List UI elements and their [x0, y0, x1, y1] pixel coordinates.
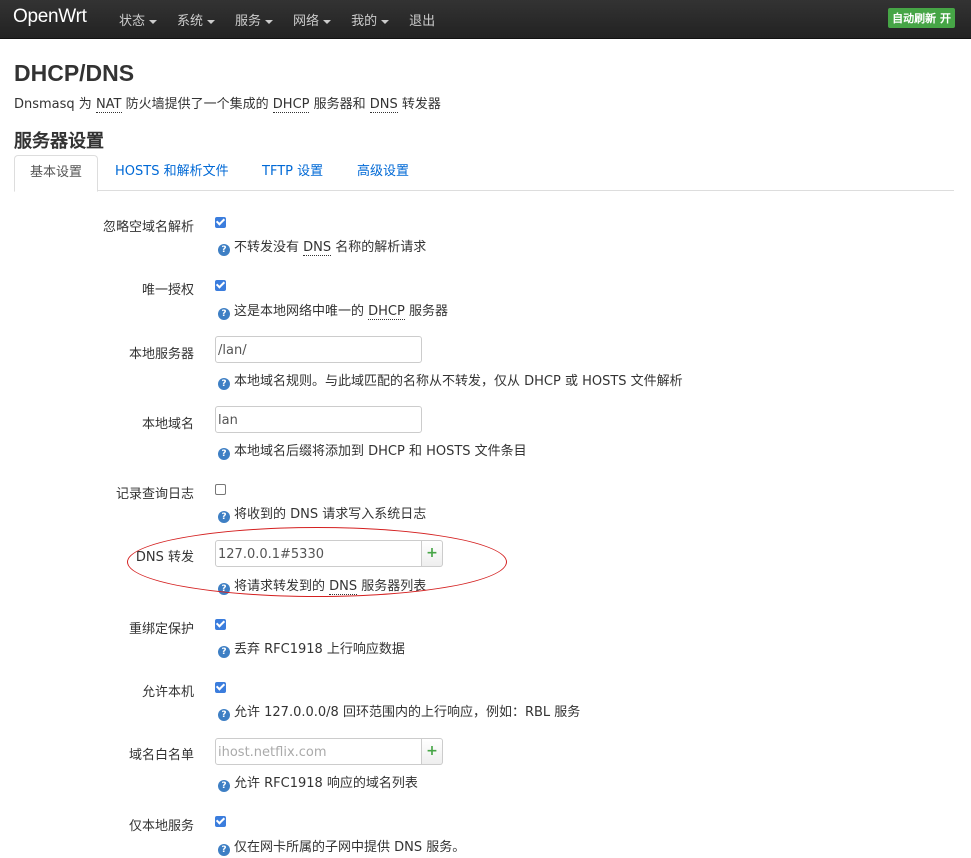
field-label: 允许本机 — [141, 685, 194, 700]
desc-text: 服务器和 — [309, 97, 370, 112]
help-icon: ? — [218, 583, 230, 595]
hint-text: 丢弃 RFC1918 上行响应数据 — [234, 642, 405, 657]
section-title: 服务器设置 — [14, 131, 104, 152]
menu-mine[interactable]: 我的 — [351, 10, 390, 29]
menu-logout-label: 退出 — [409, 14, 436, 29]
local-server-input[interactable]: /lan/ — [215, 336, 422, 363]
field-hint: ? 将收到的 DNS 请求写入系统日志 — [218, 503, 426, 523]
tab-bar: 基本设置 HOSTS 和解析文件 TFTP 设置 高级设置 — [14, 155, 954, 192]
rebind-localhost-checkbox[interactable] — [215, 682, 226, 693]
desc-abbr-dns: DNS — [369, 97, 398, 113]
desc-abbr-dhcp: DHCP — [272, 97, 310, 113]
hint-abbr: DHCP — [368, 304, 405, 320]
field-hint: ? 仅在网卡所属的子网中提供 DNS 服务。 — [218, 836, 465, 856]
hint-text: 仅在网卡所属的子网中提供 DNS 服务。 — [234, 840, 466, 855]
chevron-down-icon — [207, 19, 216, 24]
chevron-down-icon — [265, 19, 274, 24]
field-hint: ? 允许 127.0.0.0/8 回环范围内的上行响应，例如：RBL 服务 — [218, 701, 580, 721]
menu-system-label: 系统 — [177, 14, 204, 29]
hint-text: 名称的解析请求 — [331, 240, 427, 255]
chevron-down-icon — [149, 19, 158, 24]
help-icon: ? — [218, 244, 230, 256]
hint-abbr: DNS — [303, 240, 332, 256]
field-hint: ? 允许 RFC1918 响应的域名列表 — [218, 772, 418, 792]
hint-abbr: DNS — [329, 579, 358, 595]
top-navbar: OpenWrt 状态 系统 服务 网络 我的 退出 自动刷新 开 — [0, 0, 971, 39]
field-hint: ? 本地域名后缀将添加到 DHCP 和 HOSTS 文件条目 — [218, 440, 527, 460]
menu-network-label: 网络 — [293, 14, 320, 29]
tab-basic-settings[interactable]: 基本设置 — [14, 155, 99, 192]
field-label: 本地服务器 — [128, 347, 194, 362]
help-icon: ? — [218, 308, 230, 320]
field-label: 域名白名单 — [128, 748, 194, 763]
hint-text: 本地域名后缀将添加到 DHCP 和 HOSTS 文件条目 — [234, 444, 527, 459]
desc-text: 转发器 — [397, 97, 441, 112]
desc-text: Dnsmasq 为 — [14, 97, 96, 112]
menu-services-label: 服务 — [235, 14, 262, 29]
field-label: 重绑定保护 — [128, 622, 194, 637]
page-description: Dnsmasq 为 NAT 防火墙提供了一个集成的 DHCP 服务器和 DNS … — [14, 93, 441, 113]
help-icon: ? — [218, 780, 230, 792]
help-icon: ? — [218, 709, 230, 721]
local-service-checkbox[interactable] — [215, 816, 226, 827]
menu-status[interactable]: 状态 — [119, 10, 158, 29]
help-icon: ? — [218, 646, 230, 658]
rebind-protection-checkbox[interactable] — [215, 619, 226, 630]
field-hint: ? 不转发没有 DNS 名称的解析请求 — [218, 236, 426, 256]
log-queries-checkbox[interactable] — [215, 484, 226, 495]
chevron-down-icon — [381, 19, 390, 24]
desc-text: 防火墙提供了一个集成的 — [121, 97, 273, 112]
field-label: 唯一授权 — [141, 283, 194, 298]
menu-mine-label: 我的 — [351, 14, 378, 29]
tab-hosts-files[interactable]: HOSTS 和解析文件 — [100, 155, 244, 189]
domainneeded-checkbox[interactable] — [215, 217, 226, 228]
hint-text: 允许 127.0.0.0/8 回环范围内的上行响应，例如：RBL 服务 — [234, 705, 581, 720]
field-hint: ? 本地域名规则。与此域匹配的名称从不转发，仅从 DHCP 或 HOSTS 文件解… — [218, 370, 683, 390]
brand-logo[interactable]: OpenWrt — [13, 6, 87, 28]
add-dns-server-button[interactable]: + — [422, 540, 443, 567]
add-whitelist-domain-button[interactable]: + — [422, 738, 443, 765]
auto-refresh-badge[interactable]: 自动刷新 开 — [888, 8, 955, 28]
main-menu: 状态 系统 服务 网络 我的 退出 — [119, 10, 455, 29]
tab-tftp-settings[interactable]: TFTP 设置 — [247, 155, 338, 189]
desc-abbr-nat: NAT — [95, 97, 122, 113]
hint-text: 不转发没有 — [234, 240, 304, 255]
hint-text: 服务器 — [404, 304, 448, 319]
help-icon: ? — [218, 448, 230, 460]
hint-text: 将请求转发到的 — [234, 579, 330, 594]
field-label: 忽略空域名解析 — [102, 220, 194, 235]
hint-text: 允许 RFC1918 响应的域名列表 — [234, 776, 418, 791]
menu-logout[interactable]: 退出 — [409, 10, 435, 29]
field-hint: ? 将请求转发到的 DNS 服务器列表 — [218, 575, 426, 595]
menu-system[interactable]: 系统 — [177, 10, 216, 29]
field-label: DNS 转发 — [135, 550, 194, 565]
dns-forward-input[interactable]: 127.0.0.1#5330 — [215, 540, 422, 567]
hint-text: 本地域名规则。与此域匹配的名称从不转发，仅从 DHCP 或 HOSTS 文件解析 — [234, 374, 683, 389]
domain-whitelist-input[interactable]: ihost.netflix.com — [215, 738, 422, 765]
field-label: 仅本地服务 — [128, 819, 194, 834]
menu-network[interactable]: 网络 — [293, 10, 332, 29]
hint-text: 服务器列表 — [357, 579, 427, 594]
authoritative-checkbox[interactable] — [215, 280, 226, 291]
hint-text: 将收到的 DNS 请求写入系统日志 — [234, 507, 427, 522]
menu-services[interactable]: 服务 — [235, 10, 274, 29]
local-domain-input[interactable]: lan — [215, 406, 422, 433]
chevron-down-icon — [323, 19, 332, 24]
help-icon: ? — [218, 511, 230, 523]
tab-advanced-settings[interactable]: 高级设置 — [342, 155, 424, 189]
field-hint: ? 这是本地网络中唯一的 DHCP 服务器 — [218, 300, 448, 320]
page-title: DHCP/DNS — [14, 60, 135, 86]
hint-text: 这是本地网络中唯一的 — [234, 304, 369, 319]
menu-status-label: 状态 — [119, 14, 146, 29]
field-label: 记录查询日志 — [115, 487, 194, 502]
field-hint: ? 丢弃 RFC1918 上行响应数据 — [218, 638, 405, 658]
field-label: 本地域名 — [141, 417, 194, 432]
help-icon: ? — [218, 844, 230, 856]
help-icon: ? — [218, 378, 230, 390]
